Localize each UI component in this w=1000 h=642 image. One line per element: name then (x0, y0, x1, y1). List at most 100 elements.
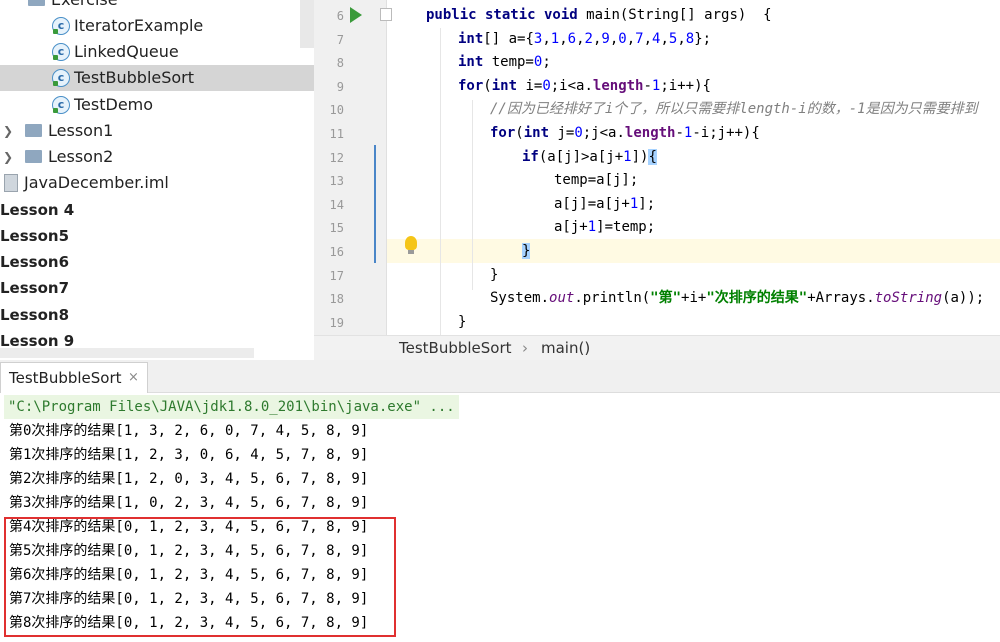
tree-item-lesson8[interactable]: Lesson8 (0, 302, 69, 328)
tree-item-testbubblesort[interactable]: c TestBubbleSort (0, 65, 314, 91)
folder-icon (28, 0, 45, 6)
tree-item-label: IteratorExample (74, 16, 204, 35)
chevron-right-icon[interactable]: ❯ (3, 118, 13, 144)
code-token: 8 (685, 30, 695, 47)
code-token: } (490, 266, 499, 283)
line-number: 15 (329, 221, 344, 236)
tree-item-lesson7[interactable]: Lesson7 (0, 275, 69, 301)
code-token: int (458, 54, 492, 71)
code-token: 0 (542, 77, 551, 94)
tree-item-lesson4[interactable]: Lesson 4 (0, 197, 74, 223)
code-token: , (609, 30, 619, 47)
code-token: ]) (631, 148, 649, 165)
code-token: length (624, 125, 676, 141)
console-output-line: 第0次排序的结果[1, 3, 2, 6, 0, 7, 4, 5, 8, 9] (9, 423, 369, 439)
tree-item-iteratorexample[interactable]: c IteratorExample (52, 13, 203, 39)
line-number: 8 (336, 56, 344, 71)
code-token: ;j<a. (582, 125, 625, 141)
code-token: 9 (601, 30, 610, 47)
code-token: int (458, 30, 484, 47)
tree-horizontal-scrollbar[interactable] (0, 348, 254, 358)
code-token: , (542, 30, 551, 47)
code-token: , (626, 30, 636, 47)
code-token: if (522, 148, 539, 165)
code-token: ; (542, 54, 551, 71)
scope-indicator (374, 145, 376, 263)
console-output-line: 第2次排序的结果[1, 2, 0, 3, 4, 5, 6, 7, 8, 9] (9, 471, 369, 487)
code-token: main(String[] args) { (586, 7, 772, 23)
code-line: } (458, 311, 466, 334)
tree-item-label: Lesson1 (48, 121, 114, 140)
code-token: } (458, 313, 467, 330)
code-token: (a)); (942, 290, 985, 307)
code-token: for (490, 125, 516, 141)
code-token: a[j+ (554, 219, 588, 236)
line-number: 18 (329, 292, 344, 307)
code-token: System. (490, 290, 550, 307)
line-number: 19 (329, 315, 344, 330)
code-token: , (559, 30, 568, 47)
breadcrumb: TestBubbleSort › main() (314, 335, 1000, 361)
code-line: a[j]=a[j+1]; (554, 193, 655, 216)
code-token: , (576, 30, 585, 47)
code-line: for(int j=0;j<a.length-1-i;j++){ (490, 122, 760, 145)
tree-item-javadecember-iml[interactable]: JavaDecember.iml (4, 170, 169, 196)
code-token: ( (515, 125, 524, 141)
code-editor[interactable]: 6 7 8 9 10 11 12 13 14 15 16 17 18 19 public static v… (314, 0, 1000, 335)
code-token: 1 (623, 148, 632, 165)
java-class-icon: c (52, 16, 70, 35)
code-token: 1 (550, 30, 560, 47)
code-token: 0 (574, 125, 583, 141)
tree-item-exercise[interactable]: Exercise (28, 0, 118, 13)
tree-item-label: TestBubbleSort (74, 68, 195, 87)
tree-item-testdemo[interactable]: c TestDemo (52, 92, 153, 118)
code-token: "次排序的结果" (706, 290, 808, 307)
code-token: - (643, 77, 652, 94)
code-token: temp=a[j]; (554, 172, 639, 189)
fold-icon[interactable] (380, 8, 392, 21)
code-token: 2 (584, 30, 593, 47)
chevron-right-icon[interactable]: ❯ (3, 144, 13, 170)
folder-icon (25, 124, 42, 137)
tree-item-lesson6[interactable]: Lesson6 (0, 249, 69, 275)
java-class-icon: c (52, 68, 70, 87)
code-token: }; (694, 30, 712, 47)
close-icon[interactable]: × (128, 363, 139, 393)
tree-item-label: TestDemo (74, 95, 154, 114)
breadcrumb-class[interactable]: TestBubbleSort (399, 336, 512, 361)
tree-item-lesson5[interactable]: Lesson5 (0, 223, 69, 249)
highlight-annotation-box (4, 517, 396, 637)
code-token: i= (525, 77, 543, 94)
line-number: 10 (329, 103, 344, 118)
line-number: 6 (336, 9, 344, 23)
run-tab[interactable]: TestBubbleSort × (0, 362, 148, 393)
tree-item-lesson2[interactable]: ❯ Lesson2 (0, 144, 200, 170)
code-token: +i+ (681, 290, 707, 307)
lightbulb-icon[interactable] (405, 236, 417, 254)
breadcrumb-separator: › (522, 339, 528, 357)
tree-scrollbar[interactable] (300, 0, 314, 48)
code-token: ]=temp; (596, 219, 656, 236)
breadcrumb-method[interactable]: main() (541, 336, 590, 361)
project-tree: Exercise cIteratorExample cLinkedQueue c… (0, 0, 314, 360)
tree-item-label: Lesson5 (0, 227, 70, 245)
code-token: { (648, 148, 657, 165)
code-token: 1 (587, 219, 597, 236)
code-line: //因为已经排好了i个了，所以只需要排length-i的数，-1是因为只需要排到 (490, 98, 978, 121)
tree-item-label: Lesson8 (0, 306, 70, 324)
java-class-icon: c (52, 42, 70, 61)
code-token: , (660, 30, 669, 47)
code-token: out (549, 290, 575, 307)
code-token: (a[j]>a[j+ (538, 148, 624, 165)
line-number: 7 (336, 32, 344, 47)
tree-item-linkedqueue[interactable]: c LinkedQueue (52, 39, 179, 65)
tree-item-label: Lesson2 (48, 147, 114, 166)
code-token: , (677, 30, 686, 47)
code-token: j= (557, 125, 575, 141)
line-number: 11 (329, 127, 344, 141)
tree-item-lesson1[interactable]: ❯ Lesson1 (0, 118, 200, 144)
run-icon[interactable] (350, 7, 362, 23)
code-line: for(int i=0;i<a.length-1;i++){ (458, 75, 711, 98)
code-line: } (522, 240, 531, 263)
code-line: int[] a={3,1,6,2,9,0,7,4,5,8}; (458, 28, 711, 51)
